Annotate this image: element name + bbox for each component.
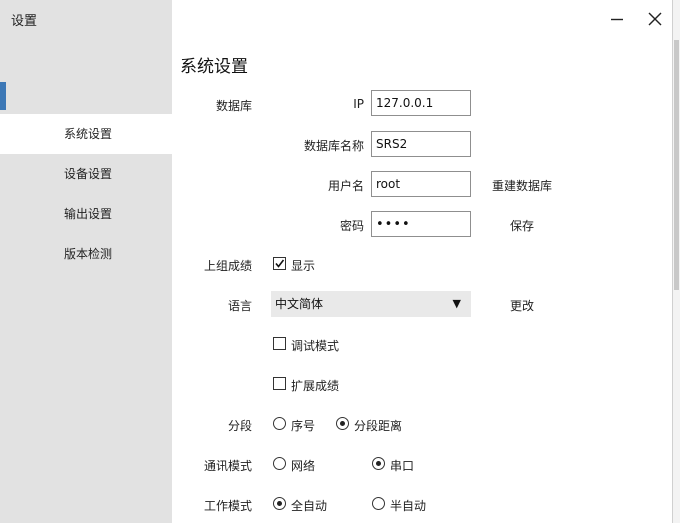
ip-field[interactable]	[371, 90, 471, 116]
dropdown-arrow-icon: ▼	[452, 297, 461, 310]
username-field[interactable]	[371, 171, 471, 197]
settings-content: 系统设置 数据库 IP 数据库名称 用户名 重建数据库 密码 保存 上组成绩 显…	[172, 0, 672, 523]
window-title: 设置	[11, 14, 38, 29]
dbname-field[interactable]	[371, 131, 471, 157]
group-score-label: 上组成绩	[204, 259, 253, 273]
extended-score-checkbox[interactable]	[273, 377, 286, 390]
password-field[interactable]	[371, 211, 471, 237]
ip-label: IP	[353, 97, 364, 111]
language-label: 语言	[228, 299, 253, 313]
sidebar-header: 设置	[0, 0, 172, 112]
comm-network-radio[interactable]	[273, 457, 286, 470]
rebuild-database-button[interactable]: 重建数据库	[492, 177, 552, 194]
work-auto-label: 全自动	[291, 499, 328, 513]
comm-network-label: 网络	[291, 459, 316, 473]
comm-mode-label: 通讯模式	[204, 459, 253, 473]
sidebar-item-device-settings[interactable]: 设备设置	[0, 154, 172, 194]
page-title: 系统设置	[180, 57, 248, 77]
close-icon	[648, 12, 662, 26]
segment-index-label: 序号	[291, 419, 316, 433]
work-mode-label: 工作模式	[204, 499, 253, 513]
settings-window: 设置 系统设置 设备设置 输出设置 版本检测 系统设置 数据库 IP 数据库名称…	[0, 0, 680, 523]
minimize-button[interactable]	[606, 8, 628, 30]
close-button[interactable]	[644, 8, 666, 30]
show-group-score-checkbox[interactable]	[273, 257, 286, 270]
comm-serial-radio[interactable]	[372, 457, 385, 470]
debug-mode-label: 调试模式	[291, 339, 340, 353]
checkmark-icon	[275, 259, 285, 268]
change-language-button[interactable]: 更改	[510, 297, 534, 314]
sidebar-item-system-settings[interactable]: 系统设置	[0, 114, 172, 154]
vertical-scrollbar[interactable]	[672, 0, 680, 523]
segment-label: 分段	[228, 419, 253, 433]
background-strip	[0, 82, 6, 110]
password-label: 密码	[339, 219, 364, 233]
sidebar-item-version-check[interactable]: 版本检测	[0, 234, 172, 274]
database-section-label: 数据库	[216, 99, 253, 113]
work-auto-radio[interactable]	[273, 497, 286, 510]
username-label: 用户名	[327, 179, 364, 193]
scrollbar-thumb[interactable]	[674, 40, 679, 290]
work-semi-auto-label: 半自动	[390, 499, 427, 513]
segment-distance-radio[interactable]	[336, 417, 349, 430]
debug-mode-checkbox[interactable]	[273, 337, 286, 350]
minimize-icon	[611, 18, 623, 21]
save-button[interactable]: 保存	[510, 217, 534, 234]
extended-score-label: 扩展成绩	[291, 379, 340, 393]
sidebar: 设置 系统设置 设备设置 输出设置 版本检测	[0, 0, 172, 523]
segment-distance-label: 分段距离	[354, 419, 403, 433]
sidebar-item-output-settings[interactable]: 输出设置	[0, 194, 172, 234]
language-select[interactable]: 中文简体 ▼	[271, 291, 471, 317]
segment-index-radio[interactable]	[273, 417, 286, 430]
work-semi-auto-radio[interactable]	[372, 497, 385, 510]
show-group-score-label: 显示	[291, 259, 316, 273]
language-select-value: 中文简体	[275, 297, 324, 311]
comm-serial-label: 串口	[390, 459, 415, 473]
dbname-label: 数据库名称	[303, 139, 364, 153]
